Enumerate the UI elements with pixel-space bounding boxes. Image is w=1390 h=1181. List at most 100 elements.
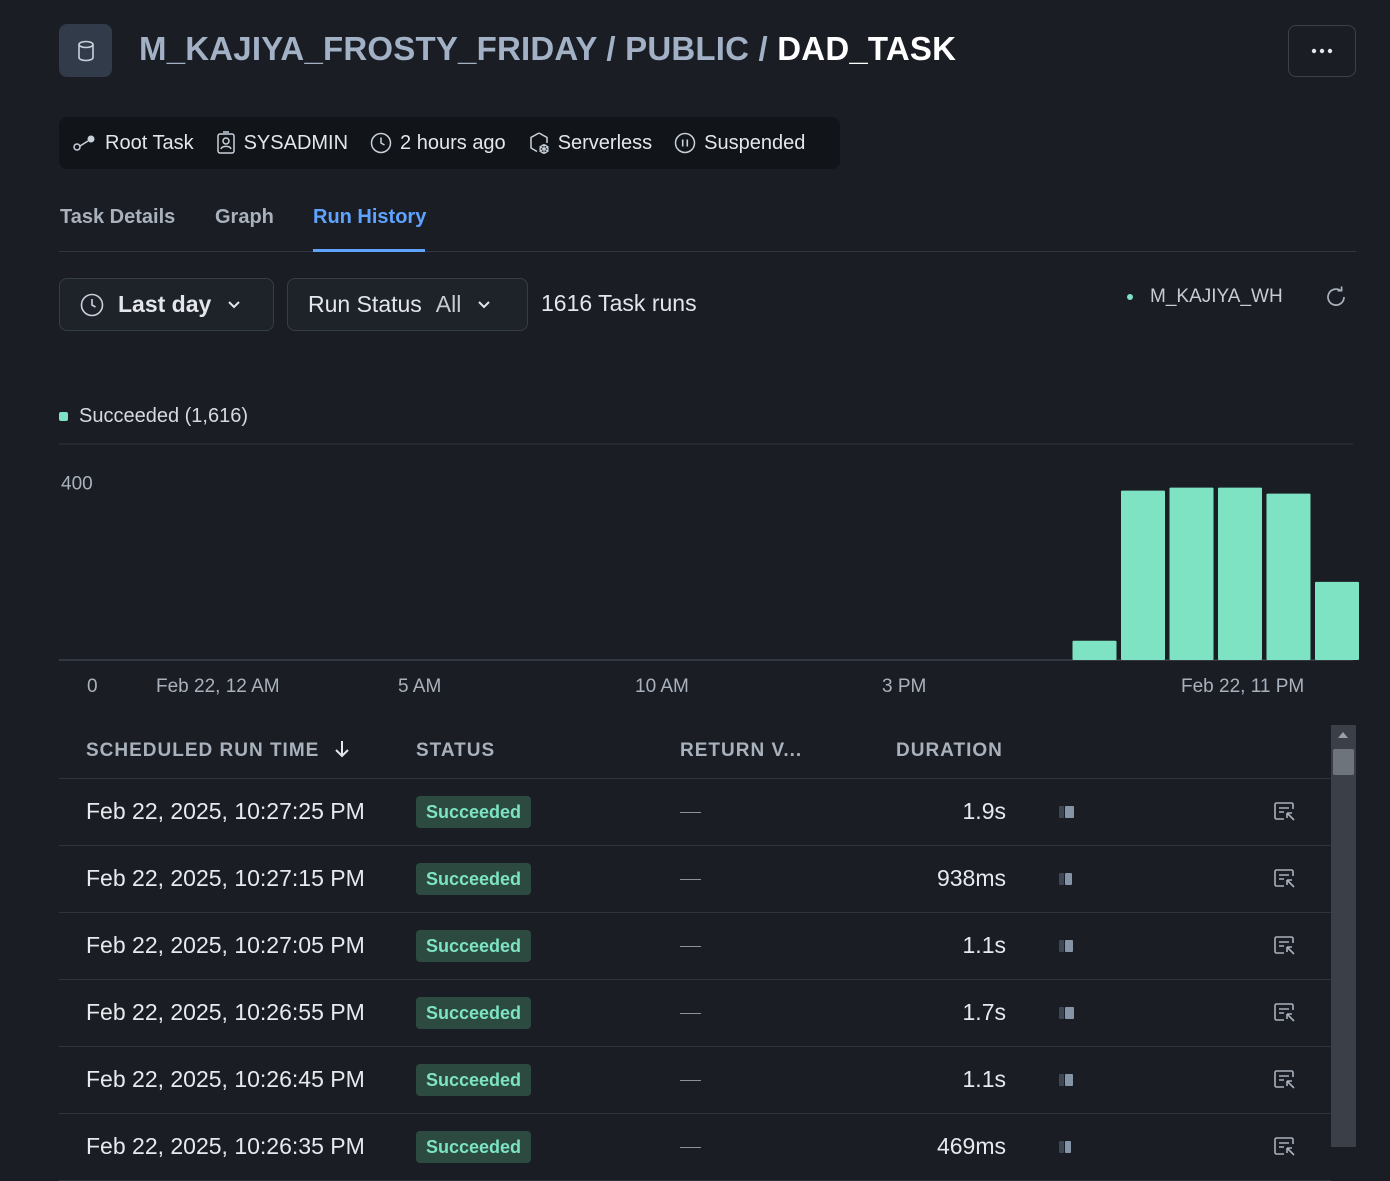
scrollbar-thumb[interactable]	[1333, 749, 1354, 775]
duration-bar	[1059, 1007, 1074, 1019]
run-status-label: Run Status	[308, 291, 422, 317]
table-scrollbar[interactable]	[1331, 725, 1356, 1147]
query-profile-button[interactable]	[1273, 868, 1297, 890]
query-profile-icon	[1274, 1137, 1295, 1156]
run-status-value: All	[435, 291, 462, 317]
table-row[interactable]: Feb 22, 2025, 10:27:05 PM Succeeded 1.1s	[59, 913, 1331, 980]
query-profile-icon	[1274, 1003, 1295, 1022]
sort-descending-icon	[334, 741, 349, 758]
table-row[interactable]: Feb 22, 2025, 10:26:45 PM Succeeded 1.1s	[59, 1047, 1331, 1114]
table-row[interactable]: Feb 22, 2025, 10:27:15 PM Succeeded 938ms	[59, 846, 1331, 913]
time-range-dropdown[interactable]: Last day	[59, 278, 274, 331]
table-row[interactable]: Feb 22, 2025, 10:27:25 PM Succeeded 1.9s	[59, 779, 1331, 846]
y-tick-label: 0	[87, 676, 98, 697]
breadcrumb-separator: /	[597, 30, 626, 67]
status-badge: Succeeded	[416, 863, 532, 895]
warehouse-name: M_KAJIYA_WH	[1150, 286, 1283, 307]
query-profile-icon	[1274, 936, 1295, 955]
breadcrumb-task: DAD_TASK	[777, 30, 957, 67]
return-value-empty	[680, 1080, 701, 1081]
return-value-empty	[680, 879, 701, 880]
status-badge: Succeeded	[416, 930, 532, 962]
query-profile-button[interactable]	[1273, 935, 1297, 957]
x-tick-label: 5 AM	[398, 676, 441, 697]
duration-cell: 938ms	[936, 865, 1006, 891]
task-meta-bar: Root Task SYSADMIN 2 hours ago Serverles…	[59, 117, 840, 169]
run-time-cell: Feb 22, 2025, 10:27:25 PM	[86, 798, 365, 824]
meta-task-type-label: Root Task	[105, 131, 194, 154]
status-badge: Succeeded	[416, 997, 532, 1029]
duration-bar	[1059, 1074, 1074, 1086]
warehouse-indicator[interactable]: M_KAJIYA_WH	[1127, 286, 1283, 308]
meta-compute-label: Serverless	[557, 131, 653, 154]
duration-bar	[1059, 940, 1074, 952]
breadcrumb-database[interactable]: M_KAJIYA_FROSTY_FRIDAY	[139, 30, 597, 67]
return-value-empty	[680, 1013, 701, 1014]
legend-swatch	[59, 412, 68, 421]
duration-bar	[1059, 806, 1074, 818]
more-options-button[interactable]	[1288, 25, 1356, 77]
column-header-label: SCHEDULED RUN TIME	[86, 740, 320, 761]
duration-cell: 1.1s	[962, 932, 1006, 958]
run-status-dropdown[interactable]: Run Status All	[287, 278, 528, 331]
user-badge-icon	[216, 131, 235, 154]
column-header-return-value[interactable]: RETURN V...	[680, 740, 802, 762]
return-value-empty	[680, 946, 701, 947]
breadcrumb-schema[interactable]: PUBLIC	[625, 30, 749, 67]
meta-compute: Serverless	[528, 131, 652, 155]
run-time-cell: Feb 22, 2025, 10:26:45 PM	[86, 1066, 365, 1092]
run-time-cell: Feb 22, 2025, 10:27:05 PM	[86, 932, 365, 958]
return-value-empty	[680, 812, 701, 813]
clock-icon	[80, 293, 104, 316]
meta-modified-label: 2 hours ago	[400, 131, 506, 154]
chart-bar	[1072, 640, 1117, 660]
refresh-button[interactable]	[1324, 285, 1348, 309]
chart-bar	[1315, 581, 1359, 660]
clock-icon	[370, 132, 392, 154]
run-time-cell: Feb 22, 2025, 10:27:15 PM	[86, 865, 365, 891]
warehouse-status-dot	[1127, 294, 1133, 300]
tabs-divider	[59, 251, 1356, 252]
serverless-icon	[529, 132, 549, 154]
root-task-icon	[73, 135, 95, 151]
chart-bar	[1169, 487, 1214, 660]
table-row[interactable]: Feb 22, 2025, 10:26:35 PM Succeeded 469ms	[59, 1114, 1331, 1181]
meta-owner-label: SYSADMIN	[243, 131, 349, 154]
query-profile-icon	[1274, 802, 1295, 821]
page-title: M_KAJIYA_FROSTY_FRIDAY / PUBLIC / DAD_TA…	[139, 30, 956, 68]
column-header-status[interactable]: STATUS	[416, 740, 495, 762]
chart-bar	[1121, 490, 1165, 660]
task-run-count: 1616 Task runs	[541, 290, 697, 316]
query-profile-button[interactable]	[1273, 1136, 1297, 1158]
duration-bar	[1059, 1141, 1074, 1153]
status-badge: Succeeded	[416, 1064, 532, 1096]
pause-icon	[674, 132, 696, 154]
legend-label: Succeeded (1,616)	[79, 405, 249, 427]
query-profile-button[interactable]	[1273, 801, 1297, 823]
query-profile-icon	[1274, 869, 1295, 888]
duration-cell: 1.7s	[962, 999, 1006, 1025]
database-icon-tile	[59, 24, 112, 77]
active-tab-indicator	[313, 249, 425, 252]
tab-run-history[interactable]: Run History	[313, 206, 426, 229]
tab-task-details[interactable]: Task Details	[60, 206, 175, 229]
table-row[interactable]: Feb 22, 2025, 10:26:55 PM Succeeded 1.7s	[59, 980, 1331, 1047]
run-time-cell: Feb 22, 2025, 10:26:55 PM	[86, 999, 365, 1025]
column-header-duration[interactable]: DURATION	[896, 740, 1003, 762]
duration-cell: 1.9s	[962, 798, 1006, 824]
status-badge: Succeeded	[416, 1131, 532, 1163]
run-history-chart: 400 0 Feb 22, 12 AM 5 AM 10 AM 3 PM Feb 22, 11…	[59, 443, 1359, 697]
time-range-value: Last day	[118, 291, 212, 317]
query-profile-button[interactable]	[1273, 1069, 1297, 1091]
tab-graph[interactable]: Graph	[215, 206, 274, 229]
y-tick-label: 400	[61, 473, 93, 494]
return-value-empty	[680, 1147, 701, 1148]
meta-owner: SYSADMIN	[216, 131, 348, 155]
query-profile-button[interactable]	[1273, 1002, 1297, 1024]
scroll-up-arrow[interactable]	[1337, 731, 1349, 739]
column-header-scheduled-run-time[interactable]: SCHEDULED RUN TIME	[86, 740, 350, 762]
meta-task-type: Root Task	[73, 132, 194, 155]
x-tick-label: Feb 22, 11 PM	[1181, 676, 1304, 697]
x-tick-label: Feb 22, 12 AM	[156, 676, 280, 697]
chart-legend: Succeeded (1,616)	[59, 405, 248, 428]
